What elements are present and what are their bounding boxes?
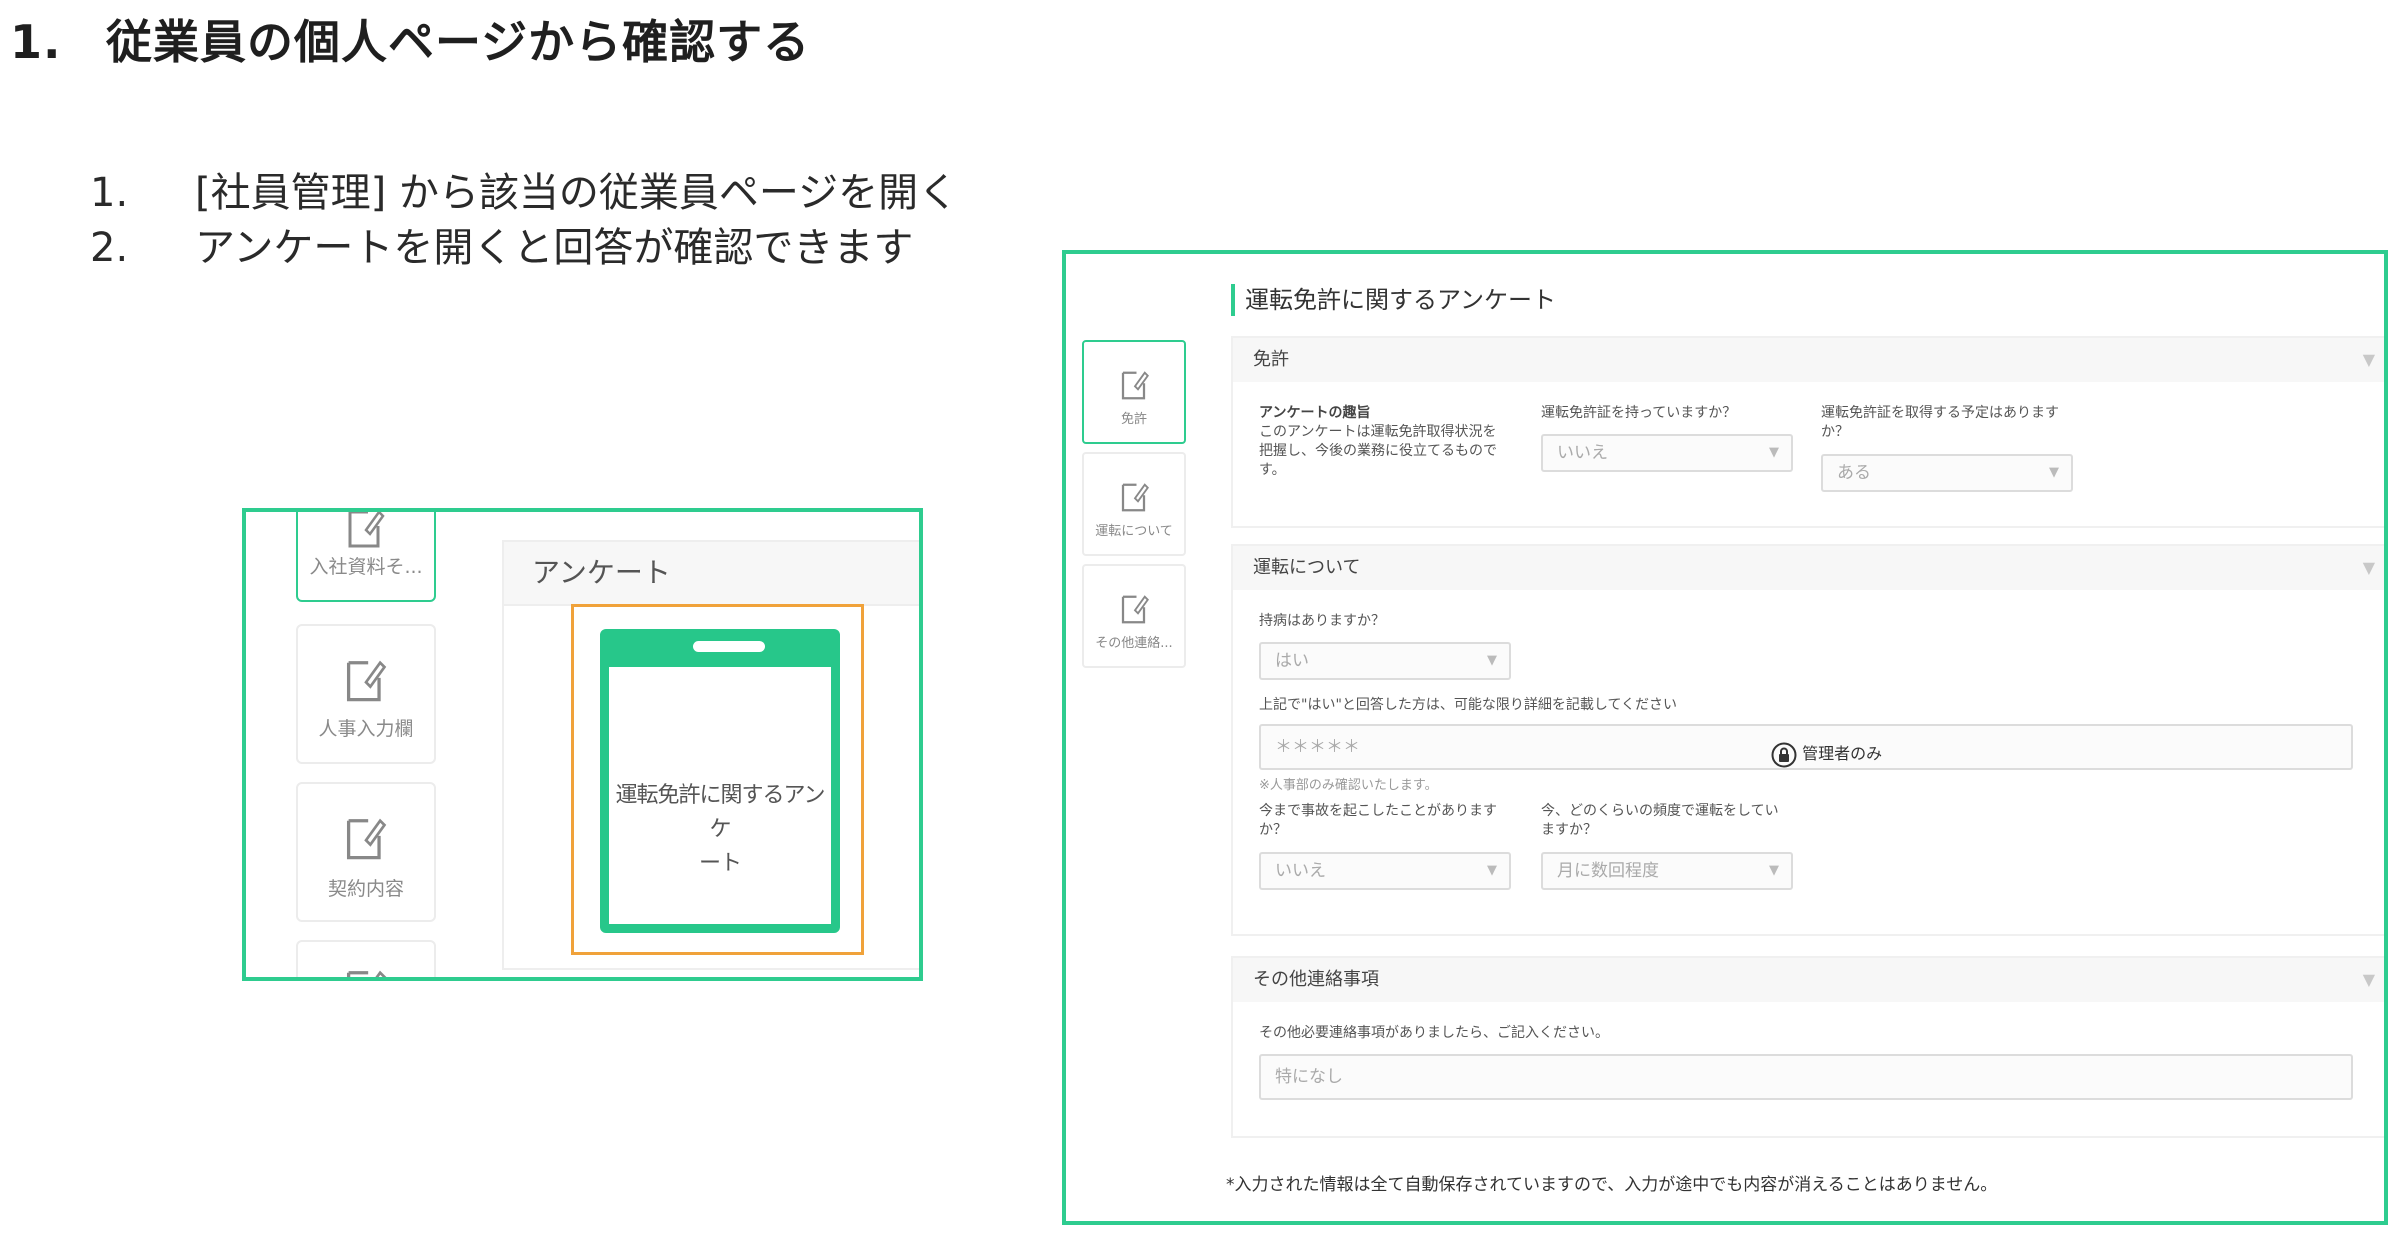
purpose-text-2: 把握し、今後の業務に役立てるもので — [1259, 443, 1497, 459]
survey-card-title-line1: 運転免許に関するアンケ — [615, 783, 825, 842]
section-driving-title: 運転について — [1253, 557, 1361, 578]
document-edit-icon — [348, 512, 385, 548]
autosave-note: *入力された情報は全て自動保存されていますので、入力が途中でも内容が消えることは… — [1226, 1175, 1998, 1195]
sidebar-item-label: 人事入力欄 — [318, 718, 414, 740]
question-chronic-illness: 持病はありますか？ — [1259, 613, 1385, 629]
sidebar-item-contract[interactable]: 契約内容 — [296, 782, 436, 922]
question-driving-frequency: 今、どのくらいの頻度で運転をしてい ますか？ — [1541, 802, 1779, 840]
purpose-text-1: このアンケートは運転免許取得状況を — [1259, 424, 1497, 440]
purpose-text-3: す。 — [1259, 462, 1286, 478]
side-tab-driving[interactable]: 運転について — [1082, 452, 1186, 556]
question-accident-line2: か？ — [1259, 822, 1287, 838]
other-notes-value: 特になし — [1275, 1067, 1343, 1087]
side-tab-other[interactable]: その他連絡... — [1082, 564, 1186, 668]
card-handle — [693, 641, 765, 652]
section-license: 免許 ▼ アンケートの趣旨 このアンケートは運転免許取得状況を 把握し、今後の業… — [1231, 336, 2384, 528]
document-edit-icon — [1121, 371, 1149, 400]
side-tab-license[interactable]: 免許 — [1082, 340, 1186, 444]
survey-card[interactable]: 運転免許に関するアンケ ート — [600, 629, 840, 933]
page-title-number: 1. — [10, 15, 62, 69]
step-2-number: 2. — [90, 225, 129, 271]
section-driving: 運転について ▼ 持病はありますか？ はい ▼ 上記で"はい"と回答した方は、可… — [1231, 544, 2384, 936]
document-edit-icon — [1121, 595, 1149, 624]
survey-card-title: 運転免許に関するアンケ ート — [609, 779, 831, 881]
page-title: 1. 従業員の個人ページから確認する — [10, 6, 810, 72]
question-driving-frequency-line2: ますか？ — [1541, 822, 1597, 838]
side-tab-label: 運転について — [1095, 524, 1173, 539]
document-edit-icon — [346, 660, 387, 702]
question-driving-frequency-line1: 今、どのくらいの頻度で運転をしてい — [1541, 803, 1779, 819]
driving-frequency-value: 月に数回程度 — [1557, 861, 1659, 881]
question-accident-line1: 今まで事故を起こしたことがあります — [1259, 803, 1497, 819]
survey-list-screenshot: 入社資料そ... 人事入力欄 契約内容 アンケート 運転免許に関するアンケ ート — [242, 508, 923, 981]
step-1-number: 1. — [90, 170, 129, 216]
question-plan-license: 運転免許証を取得する予定はあります か？ — [1821, 404, 2059, 442]
section-other-header[interactable]: その他連絡事項 ▼ — [1233, 958, 2384, 1002]
survey-purpose: アンケートの趣旨 このアンケートは運転免許取得状況を 把握し、今後の業務に役立て… — [1259, 404, 1519, 480]
plan-license-select[interactable]: ある ▼ — [1821, 454, 2073, 492]
side-tab-label: 免許 — [1120, 412, 1147, 427]
admin-only-indicator: 管理者のみ — [1771, 733, 1882, 775]
document-edit-icon — [346, 970, 387, 977]
chevron-down-icon: ▼ — [1487, 863, 1497, 878]
plan-license-value: ある — [1837, 463, 1871, 483]
question-has-license: 運転免許証を持っていますか？ — [1541, 405, 1737, 421]
survey-panel-title: アンケート — [504, 542, 919, 606]
form-title: 運転免許に関するアンケート — [1231, 284, 1556, 316]
question-accident: 今まで事故を起こしたことがあります か？ — [1259, 802, 1497, 840]
sidebar-item-label: 入社資料そ... — [309, 556, 423, 578]
section-license-title: 免許 — [1253, 349, 1289, 370]
chevron-down-icon: ▼ — [1769, 445, 1779, 460]
document-edit-icon — [1121, 483, 1149, 512]
illness-details-field[interactable]: ＊＊＊＊＊ 管理者のみ — [1259, 724, 2353, 770]
lock-icon — [1771, 742, 1797, 767]
survey-detail-screenshot: 運転免許に関するアンケート 免許 運転について その他連絡... 免許 ▼ アン… — [1062, 250, 2388, 1225]
question-other-notes: その他必要連絡事項がありましたら、ご記入ください。 — [1259, 1025, 1609, 1041]
driving-frequency-select[interactable]: 月に数回程度 ▼ — [1541, 852, 1793, 890]
collapse-triangle-icon[interactable]: ▼ — [2363, 338, 2375, 382]
question-illness-details: 上記で"はい"と回答した方は、可能な限り詳細を記載してください — [1259, 697, 1678, 713]
document-edit-icon — [346, 818, 387, 860]
section-other-title: その他連絡事項 — [1253, 969, 1379, 990]
highlight-box: 運転免許に関するアンケ ート — [571, 604, 864, 955]
survey-panel: アンケート 運転免許に関するアンケ ート — [502, 540, 919, 970]
step-2-text: アンケートを開くと回答が確認できます — [195, 225, 914, 271]
has-license-select[interactable]: いいえ ▼ — [1541, 434, 1793, 472]
collapse-triangle-icon[interactable]: ▼ — [2363, 546, 2375, 590]
other-notes-field[interactable]: 特になし — [1259, 1054, 2353, 1100]
chevron-down-icon: ▼ — [1769, 863, 1779, 878]
side-tab-label: その他連絡... — [1095, 636, 1173, 651]
accident-value: いいえ — [1275, 861, 1326, 881]
step-2: 2. アンケートを開くと回答が確認できます — [90, 215, 913, 273]
chevron-down-icon: ▼ — [1487, 653, 1497, 668]
sidebar-item-onboarding-docs[interactable]: 入社資料そ... — [296, 512, 436, 602]
sidebar-item-more[interactable] — [296, 940, 436, 977]
chevron-down-icon: ▼ — [2049, 465, 2059, 480]
page-title-text: 従業員の個人ページから確認する — [106, 15, 811, 69]
illness-details-masked-value: ＊＊＊＊＊ — [1275, 737, 1360, 757]
chronic-illness-select[interactable]: はい ▼ — [1259, 642, 1511, 680]
question-plan-license-line2: か？ — [1821, 424, 1849, 440]
sidebar-item-label: 契約内容 — [327, 878, 404, 900]
hr-only-note: ※人事部のみ確認いたします。 — [1259, 778, 1438, 793]
chronic-illness-value: はい — [1275, 651, 1309, 671]
step-1-text: [社員管理] から該当の従業員ページを開く — [195, 170, 959, 216]
question-plan-license-line1: 運転免許証を取得する予定はあります — [1821, 405, 2059, 421]
accident-select[interactable]: いいえ ▼ — [1259, 852, 1511, 890]
collapse-triangle-icon[interactable]: ▼ — [2363, 958, 2375, 1002]
section-other: その他連絡事項 ▼ その他必要連絡事項がありましたら、ご記入ください。 特になし — [1231, 956, 2384, 1138]
step-1: 1. [社員管理] から該当の従業員ページを開く — [90, 160, 958, 218]
has-license-value: いいえ — [1557, 443, 1608, 463]
section-license-header[interactable]: 免許 ▼ — [1233, 338, 2384, 382]
sidebar-item-hr-input[interactable]: 人事入力欄 — [296, 624, 436, 764]
survey-card-title-line2: ート — [698, 851, 742, 876]
section-driving-header[interactable]: 運転について ▼ — [1233, 546, 2384, 590]
admin-only-label: 管理者のみ — [1802, 744, 1883, 763]
purpose-heading: アンケートの趣旨 — [1259, 405, 1371, 421]
